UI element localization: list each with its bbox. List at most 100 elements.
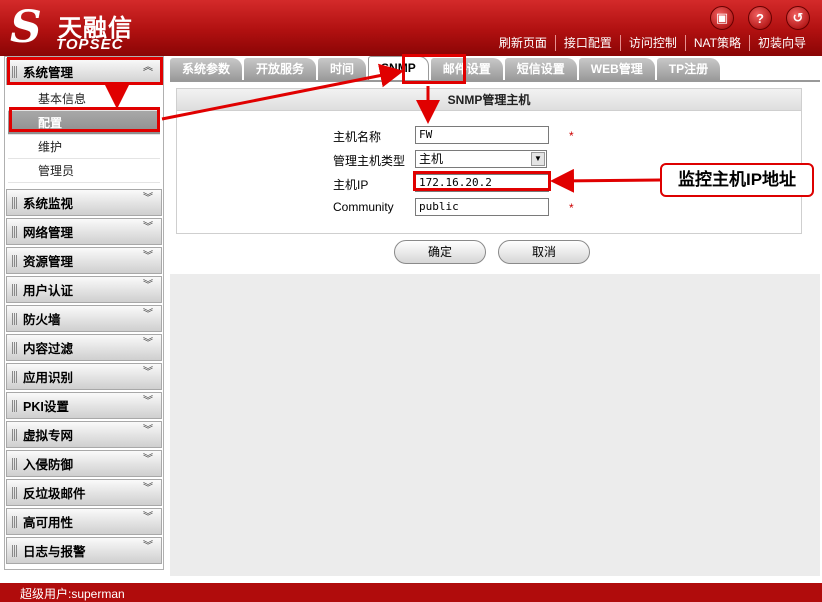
topsec-logo: S 天融信 TOPSEC	[10, 2, 150, 54]
sidebar-group-firewall[interactable]: 防火墙 ︾	[6, 305, 162, 332]
sidebar-group-label: 入侵防御	[23, 458, 74, 472]
sidebar-group-content-filter[interactable]: 内容过滤 ︾	[6, 334, 162, 361]
host-type-select[interactable]: 主机 ▼	[415, 150, 547, 168]
sidebar-group-label: 日志与报警	[23, 545, 86, 559]
form-title: SNMP管理主机	[177, 89, 801, 111]
community-input[interactable]: public	[415, 198, 549, 216]
nav-interface-config[interactable]: 接口配置	[554, 35, 620, 51]
host-type-label: 管理主机类型	[333, 154, 406, 168]
nav-setup-wizard[interactable]: 初装向导	[748, 35, 814, 51]
sidebar-group-label: 内容过滤	[23, 342, 74, 356]
help-icon[interactable]: ?	[748, 6, 772, 30]
sidebar-group-label: 虚拟专网	[23, 429, 74, 443]
sidebar-item-maintenance[interactable]: 维护	[8, 135, 160, 159]
sidebar-group-vpn[interactable]: 虚拟专网 ︾	[6, 421, 162, 448]
chevron-down-icon: ︾	[143, 280, 153, 291]
row-host-name: 主机名称 FW *	[177, 126, 797, 146]
sidebar-group-pki-settings[interactable]: PKI设置 ︾	[6, 392, 162, 419]
grip-icon	[12, 515, 17, 528]
grip-icon	[12, 196, 17, 209]
sidebar-group-label: 防火墙	[23, 313, 61, 327]
sidebar-group-label: 网络管理	[23, 226, 74, 240]
chevron-down-icon: ︾	[143, 193, 153, 204]
sidebar-group-high-availability[interactable]: 高可用性 ︾	[6, 508, 162, 535]
sidebar: 系统管理 ︽ 基本信息 配置 维护 管理员 系统监视 ︾ 网络管理 ︾ 资源管理 ︾ …	[4, 56, 164, 570]
sidebar-item-administrators[interactable]: 管理员	[8, 159, 160, 183]
grip-icon	[12, 486, 17, 499]
chevron-down-icon: ︾	[143, 251, 153, 262]
community-label: Community	[333, 200, 394, 214]
grip-icon	[12, 341, 17, 354]
sidebar-group-label: 应用识别	[23, 371, 74, 385]
host-name-input[interactable]: FW	[415, 126, 549, 144]
top-nav: 刷新页面 接口配置 访问控制 NAT策略 初装向导	[491, 35, 814, 51]
sidebar-group-resource-management[interactable]: 资源管理 ︾	[6, 247, 162, 274]
cancel-button[interactable]: 取消	[498, 240, 590, 264]
current-user: 超级用户:superman	[20, 587, 125, 601]
status-bar: 超级用户:superman	[0, 583, 822, 602]
host-name-label: 主机名称	[333, 130, 382, 144]
chevron-down-icon: ︾	[143, 454, 153, 465]
chevron-down-icon: ︾	[143, 222, 153, 233]
save-icon[interactable]: ▣	[710, 6, 734, 30]
ok-button[interactable]: 确定	[394, 240, 486, 264]
sidebar-group-label: 用户认证	[23, 284, 74, 298]
tab-bar: 系统参数 开放服务 时间 SNMP 邮件设置 短信设置 WEB管理 TP注册	[170, 56, 820, 80]
grip-icon	[12, 428, 17, 441]
chevron-down-icon: ︾	[143, 367, 153, 378]
chevron-down-icon: ︾	[143, 541, 153, 552]
chevron-down-icon: ︾	[143, 425, 153, 436]
tab-tp-register[interactable]: TP注册	[656, 58, 721, 80]
grip-icon	[12, 457, 17, 470]
sidebar-group-label: 资源管理	[23, 255, 74, 269]
sidebar-group-label: 高可用性	[23, 516, 74, 530]
chevron-down-icon: ︾	[143, 483, 153, 494]
highlight-system-management	[7, 57, 163, 85]
grip-icon	[12, 283, 17, 296]
sidebar-group-intrusion-prevention[interactable]: 入侵防御 ︾	[6, 450, 162, 477]
chevron-down-icon: ︾	[143, 309, 153, 320]
grip-icon	[12, 254, 17, 267]
row-community: Community public *	[177, 198, 797, 218]
grip-icon	[12, 544, 17, 557]
host-ip-label: 主机IP	[333, 178, 369, 192]
app-header: S 天融信 TOPSEC ▣ ? ↺ 刷新页面 接口配置 访问控制 NAT策略 …	[0, 0, 822, 56]
highlight-config	[9, 107, 160, 132]
sidebar-group-user-auth[interactable]: 用户认证 ︾	[6, 276, 162, 303]
grip-icon	[12, 399, 17, 412]
required-mark: *	[569, 129, 574, 143]
tab-sms-settings[interactable]: 短信设置	[504, 58, 577, 80]
tab-web-management[interactable]: WEB管理	[578, 58, 655, 80]
nav-access-control[interactable]: 访问控制	[619, 35, 685, 51]
logo-symbol: S	[10, 2, 42, 53]
nav-nat-policy[interactable]: NAT策略	[684, 35, 749, 51]
callout-monitor-host-ip: 监控主机IP地址	[660, 163, 814, 197]
chevron-down-icon: ︾	[143, 512, 153, 523]
sidebar-group-system-monitor[interactable]: 系统监视 ︾	[6, 189, 162, 216]
grip-icon	[12, 370, 17, 383]
host-type-value: 主机	[419, 152, 444, 166]
grip-icon	[12, 225, 17, 238]
grip-icon	[12, 312, 17, 325]
logo-english-name: TOPSEC	[56, 36, 124, 53]
chevron-down-icon: ︾	[143, 338, 153, 349]
sidebar-group-app-identification[interactable]: 应用识别 ︾	[6, 363, 162, 390]
content-background	[170, 274, 820, 576]
required-mark: *	[569, 201, 574, 215]
chevron-down-icon: ︾	[143, 396, 153, 407]
highlight-host-ip	[413, 171, 551, 191]
snmp-form: SNMP管理主机 主机名称 FW * 管理主机类型 主机 ▼ 主机IP 172.…	[176, 88, 802, 234]
tab-time[interactable]: 时间	[318, 58, 367, 80]
sidebar-group-anti-spam[interactable]: 反垃圾邮件 ︾	[6, 479, 162, 506]
nav-refresh-page[interactable]: 刷新页面	[491, 35, 555, 51]
sidebar-group-label: PKI设置	[23, 400, 69, 414]
sidebar-group-label: 系统监视	[23, 197, 74, 211]
sidebar-group-network-management[interactable]: 网络管理 ︾	[6, 218, 162, 245]
sidebar-group-logs-alerts[interactable]: 日志与报警 ︾	[6, 537, 162, 564]
sidebar-group-label: 反垃圾邮件	[23, 487, 86, 501]
tab-open-services[interactable]: 开放服务	[244, 58, 317, 80]
highlight-snmp-tab	[402, 54, 466, 84]
logout-icon[interactable]: ↺	[786, 6, 810, 30]
dropdown-arrow-icon[interactable]: ▼	[531, 152, 545, 166]
tab-system-params[interactable]: 系统参数	[170, 58, 243, 80]
